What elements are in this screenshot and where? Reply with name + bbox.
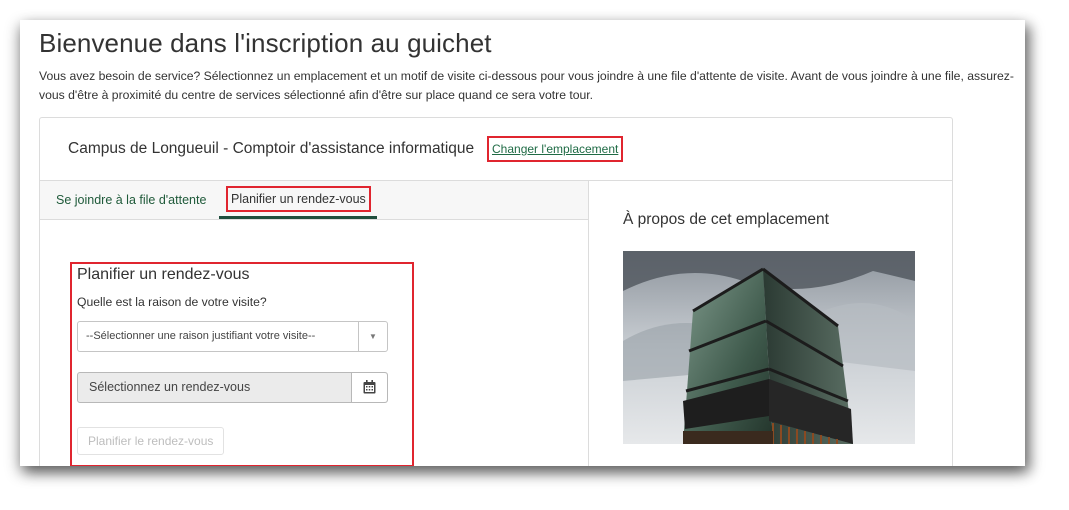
tab-bar: Se joindre à la file d'attente Planifier… <box>40 181 588 220</box>
calendar-button[interactable] <box>351 373 387 402</box>
schedule-heading: Planifier un rendez-vous <box>77 266 250 283</box>
reason-select-value: --Sélectionner une raison justifiant vot… <box>86 330 316 342</box>
schedule-appointment-panel: Planifier un rendez-vous Quelle est la r… <box>70 262 414 466</box>
tab-schedule-appointment[interactable]: Planifier un rendez-vous <box>219 181 377 219</box>
about-location-title: À propos de cet emplacement <box>623 211 829 228</box>
caret-down-icon[interactable]: ▼ <box>358 322 387 351</box>
left-column: Se joindre à la file d'attente Planifier… <box>40 181 589 466</box>
card-header: Campus de Longueuil - Comptoir d'assista… <box>40 118 952 181</box>
location-card: Campus de Longueuil - Comptoir d'assista… <box>39 117 953 466</box>
building-photo <box>623 251 915 444</box>
reason-question-label: Quelle est la raison de votre visite? <box>77 295 267 309</box>
intro-text: Vous avez besoin de service? Sélectionne… <box>39 69 1014 102</box>
location-name: Campus de Longueuil - Comptoir d'assista… <box>68 140 475 157</box>
app-screen: Bienvenue dans l'inscription au guichet … <box>20 20 1025 466</box>
appointment-input-placeholder: Sélectionnez un rendez-vous <box>89 380 251 394</box>
appointment-input[interactable]: Sélectionnez un rendez-vous <box>77 372 388 403</box>
calendar-icon <box>363 380 376 394</box>
change-location-link[interactable]: Changer l'emplacement <box>487 136 624 162</box>
reason-select[interactable]: --Sélectionner une raison justifiant vot… <box>77 321 388 352</box>
tab-schedule-appointment-label: Planifier un rendez-vous <box>226 186 371 212</box>
page-title: Bienvenue dans l'inscription au guichet <box>39 28 492 58</box>
schedule-appointment-button[interactable]: Planifier le rendez-vous <box>77 427 225 455</box>
tab-join-queue[interactable]: Se joindre à la file d'attente <box>56 181 206 219</box>
